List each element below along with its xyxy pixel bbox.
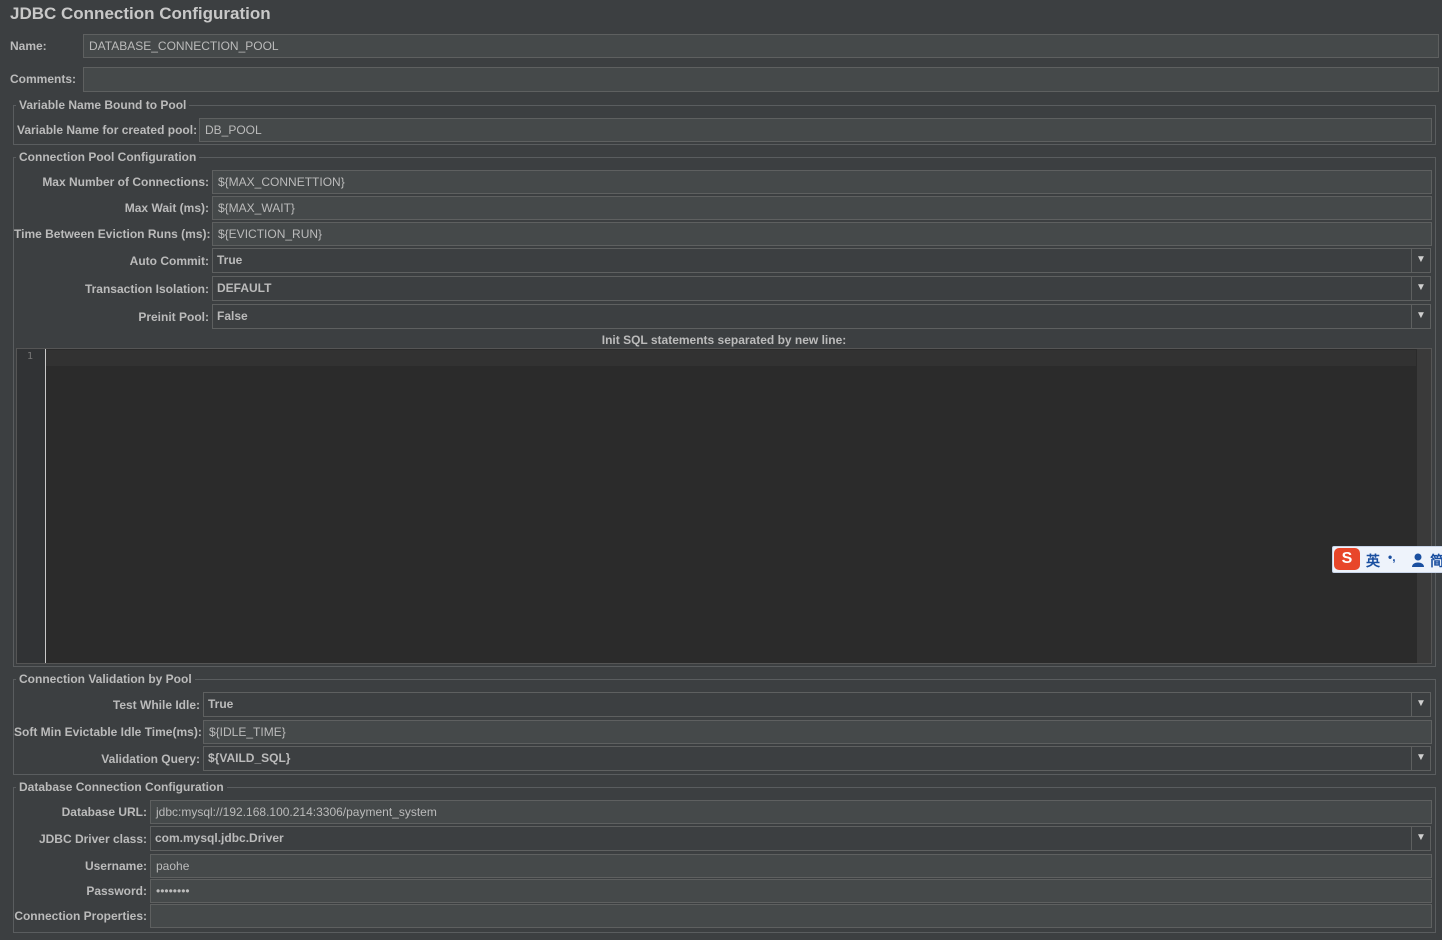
max-wait-label: Max Wait (ms): (124, 201, 209, 215)
comments-input[interactable] (83, 67, 1439, 92)
user-icon[interactable] (1411, 552, 1427, 571)
driver-class-label: JDBC Driver class: (38, 832, 147, 846)
ime-mode[interactable]: 简 (1430, 551, 1442, 571)
variable-group-title: Variable Name Bound to Pool (16, 98, 190, 112)
soft-min-label: Soft Min Evictable Idle Time(ms): (14, 725, 202, 739)
password-input[interactable]: •••••••• (150, 879, 1432, 903)
database-url-input[interactable]: jdbc:mysql://192.168.100.214:3306/paymen… (150, 800, 1432, 824)
editor-scrollbar[interactable] (1417, 349, 1431, 663)
name-label: Name: (10, 39, 47, 53)
page-title: JDBC Connection Configuration (10, 4, 271, 23)
ime-toolbar[interactable]: S 英 •, 简 (1332, 546, 1442, 573)
isolation-label: Transaction Isolation: (84, 282, 209, 296)
driver-class-value: com.mysql.jdbc.Driver (155, 831, 284, 845)
isolation-value: DEFAULT (217, 281, 272, 295)
username-label: Username: (84, 859, 147, 873)
max-wait-input[interactable]: ${MAX_WAIT} (212, 196, 1432, 220)
username-input[interactable]: paohe (150, 854, 1432, 878)
validation-query-label: Validation Query: (101, 752, 200, 766)
init-sql-label: Init SQL statements separated by new lin… (601, 333, 847, 347)
preinit-value: False (217, 309, 248, 323)
text-cursor (45, 349, 46, 663)
preinit-select[interactable]: False ▼ (212, 304, 1431, 329)
auto-commit-select[interactable]: True ▼ (212, 248, 1431, 273)
eviction-input[interactable]: ${EVICTION_RUN} (212, 222, 1432, 246)
validation-group-title: Connection Validation by Pool (16, 672, 195, 686)
connection-properties-input[interactable] (150, 904, 1432, 928)
eviction-label: Time Between Eviction Runs (ms): (14, 227, 211, 241)
isolation-select[interactable]: DEFAULT ▼ (212, 276, 1431, 301)
preinit-label: Preinit Pool: (138, 310, 209, 324)
database-group-title: Database Connection Configuration (16, 780, 227, 794)
chevron-down-icon[interactable]: ▼ (1411, 305, 1430, 328)
test-idle-label: Test While Idle: (112, 698, 200, 712)
chevron-down-icon[interactable]: ▼ (1411, 249, 1430, 272)
max-connections-label: Max Number of Connections: (42, 175, 209, 189)
variable-name-label: Variable Name for created pool: (17, 123, 198, 137)
current-line-highlight (46, 350, 1416, 366)
auto-commit-value: True (217, 253, 243, 267)
name-input[interactable]: DATABASE_CONNECTION_POOL (83, 34, 1439, 58)
editor-gutter (17, 349, 45, 663)
database-url-label: Database URL: (61, 805, 147, 819)
chevron-down-icon[interactable]: ▼ (1411, 747, 1430, 770)
password-label: Password: (86, 884, 147, 898)
max-connections-input[interactable]: ${MAX_CONNETTION} (212, 170, 1432, 194)
chevron-down-icon[interactable]: ▼ (1411, 827, 1430, 850)
pool-group-title: Connection Pool Configuration (16, 150, 200, 164)
driver-class-select[interactable]: com.mysql.jdbc.Driver ▼ (150, 826, 1431, 851)
ime-lang[interactable]: 英 (1366, 551, 1380, 571)
line-number: 1 (27, 351, 34, 362)
auto-commit-label: Auto Commit: (129, 254, 209, 268)
connection-properties-label: Connection Properties: (14, 909, 147, 923)
validation-query-select[interactable]: ${VAILD_SQL} ▼ (203, 746, 1431, 771)
ime-punct[interactable]: •, (1388, 550, 1396, 564)
test-idle-value: True (208, 697, 234, 711)
variable-name-input[interactable]: DB_POOL (199, 118, 1432, 142)
comments-label: Comments: (10, 72, 77, 86)
chevron-down-icon[interactable]: ▼ (1411, 277, 1430, 300)
validation-query-value: ${VAILD_SQL} (208, 751, 291, 765)
chevron-down-icon[interactable]: ▼ (1411, 693, 1430, 716)
test-idle-select[interactable]: True ▼ (203, 692, 1431, 717)
soft-min-input[interactable]: ${IDLE_TIME} (203, 720, 1432, 744)
ime-logo: S (1334, 548, 1360, 570)
init-sql-editor[interactable]: 1 (16, 348, 1432, 664)
